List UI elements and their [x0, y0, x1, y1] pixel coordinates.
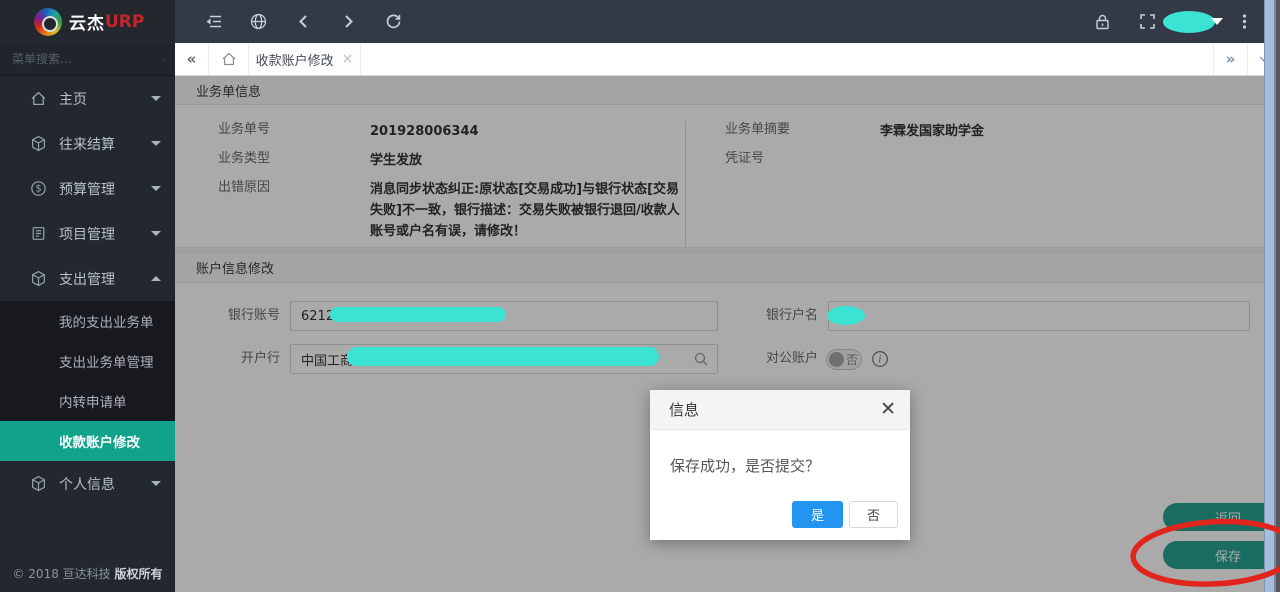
- message-dialog: 信息 ✕ 保存成功，是否提交？ 是 否: [650, 390, 910, 540]
- dialog-message: 保存成功，是否提交？: [650, 430, 910, 476]
- avatar-redaction[interactable]: [1163, 11, 1215, 33]
- fullscreen-icon[interactable]: [1138, 12, 1157, 31]
- logo-suffix-text: URP: [105, 12, 144, 32]
- content-area: 业务单信息 业务单号 201928006344 业务类型 学生发放 出错原因 消…: [175, 76, 1280, 592]
- project-icon: [30, 225, 47, 242]
- topbar: [175, 0, 1280, 43]
- svg-text:$: $: [35, 184, 41, 195]
- menu-search: [0, 43, 175, 76]
- chevron-down-icon: [151, 141, 161, 146]
- sidebar-item-personal-info[interactable]: 个人信息: [0, 461, 175, 506]
- sidebar-item-settlement[interactable]: 往来结算: [0, 121, 175, 166]
- bank-account-redaction: [330, 307, 506, 322]
- chevron-down-icon: [151, 231, 161, 236]
- tab-bar: « 收款账户修改 × »: [175, 43, 1280, 76]
- back-arrow-icon[interactable]: [294, 12, 313, 31]
- logo: 云杰 URP: [0, 0, 175, 43]
- tab-home[interactable]: [209, 43, 249, 75]
- forward-arrow-icon[interactable]: [339, 12, 358, 31]
- sidebar-item-budget[interactable]: $ 预算管理: [0, 166, 175, 211]
- chevron-down-icon: [151, 186, 161, 191]
- tabs-scroll-right[interactable]: »: [1213, 43, 1247, 75]
- user-dropdown-caret-icon[interactable]: [1211, 18, 1223, 25]
- bank-holder-redaction: [827, 306, 865, 325]
- home-icon: [221, 51, 237, 67]
- rights-text: 版权所有: [114, 567, 162, 581]
- refresh-icon[interactable]: [384, 12, 403, 31]
- main-pane: « 收款账户修改 × » 业务单信息 业务单号 201928006344 业务类: [175, 0, 1280, 592]
- menu-search-input[interactable]: [12, 52, 162, 66]
- sidebar-item-label: 主页: [59, 89, 151, 109]
- globe-icon[interactable]: [249, 12, 268, 31]
- close-icon[interactable]: ✕: [880, 400, 896, 419]
- browser-scrollbar[interactable]: [1264, 0, 1280, 592]
- sidebar-item-label: 项目管理: [59, 224, 151, 244]
- logo-brand-text: 云杰: [69, 9, 105, 34]
- sidebar-item-label: 往来结算: [59, 134, 151, 154]
- search-icon: [162, 52, 165, 67]
- tab-close-icon[interactable]: ×: [342, 52, 354, 66]
- copyright-text: © 2018 亘达科技: [12, 567, 110, 581]
- chevron-up-icon: [151, 276, 161, 281]
- sidebar-item-payee-account-edit[interactable]: 收款账户修改: [0, 421, 175, 461]
- sidebar-item-internal-transfer[interactable]: 内转申请单: [0, 381, 175, 421]
- logo-swirl-icon: [34, 8, 62, 36]
- copyright-footer: © 2018 亘达科技 版权所有: [0, 565, 175, 582]
- settlement-cube-icon: [30, 135, 47, 152]
- home-icon: [30, 90, 47, 107]
- profile-cube-icon: [30, 475, 47, 492]
- bank-branch-redaction: [347, 347, 659, 366]
- kebab-menu-icon[interactable]: [1235, 12, 1254, 31]
- budget-dollar-icon: $: [30, 180, 47, 197]
- dialog-no-button[interactable]: 否: [849, 501, 898, 528]
- dialog-title: 信息: [669, 399, 880, 420]
- expense-cube-icon: [30, 270, 47, 287]
- sidebar-item-label: 支出管理: [59, 269, 151, 289]
- dialog-yes-button[interactable]: 是: [792, 501, 843, 528]
- sidebar-item-expense-order-mgmt[interactable]: 支出业务单管理: [0, 341, 175, 381]
- dialog-header: 信息 ✕: [650, 390, 910, 430]
- chevron-down-icon: [151, 96, 161, 101]
- sidebar-item-my-expense-orders[interactable]: 我的支出业务单: [0, 301, 175, 341]
- tabs-scroll-left[interactable]: «: [175, 43, 209, 75]
- tab-payee-account-edit[interactable]: 收款账户修改 ×: [249, 43, 361, 75]
- tab-label: 收款账户修改: [256, 50, 334, 69]
- tabbar-spacer: [361, 43, 1213, 75]
- sidebar-item-expense[interactable]: 支出管理: [0, 256, 175, 301]
- sidebar: 云杰 URP 主页 往来结算 $ 预算管理 项目管理: [0, 0, 175, 592]
- menu-fold-icon[interactable]: [204, 12, 223, 31]
- annotation-red-circle: [1125, 510, 1280, 592]
- lock-icon[interactable]: [1093, 12, 1112, 31]
- sidebar-item-label: 个人信息: [59, 474, 151, 494]
- chevron-down-icon: [151, 481, 161, 486]
- expense-submenu: 我的支出业务单 支出业务单管理 内转申请单 收款账户修改: [0, 301, 175, 461]
- sidebar-item-home[interactable]: 主页: [0, 76, 175, 121]
- double-chevron-right-icon: »: [1226, 50, 1236, 68]
- app-window: 云杰 URP 主页 往来结算 $ 预算管理 项目管理: [0, 0, 1280, 592]
- double-chevron-left-icon: «: [187, 50, 197, 68]
- sidebar-item-project[interactable]: 项目管理: [0, 211, 175, 256]
- sidebar-item-label: 预算管理: [59, 179, 151, 199]
